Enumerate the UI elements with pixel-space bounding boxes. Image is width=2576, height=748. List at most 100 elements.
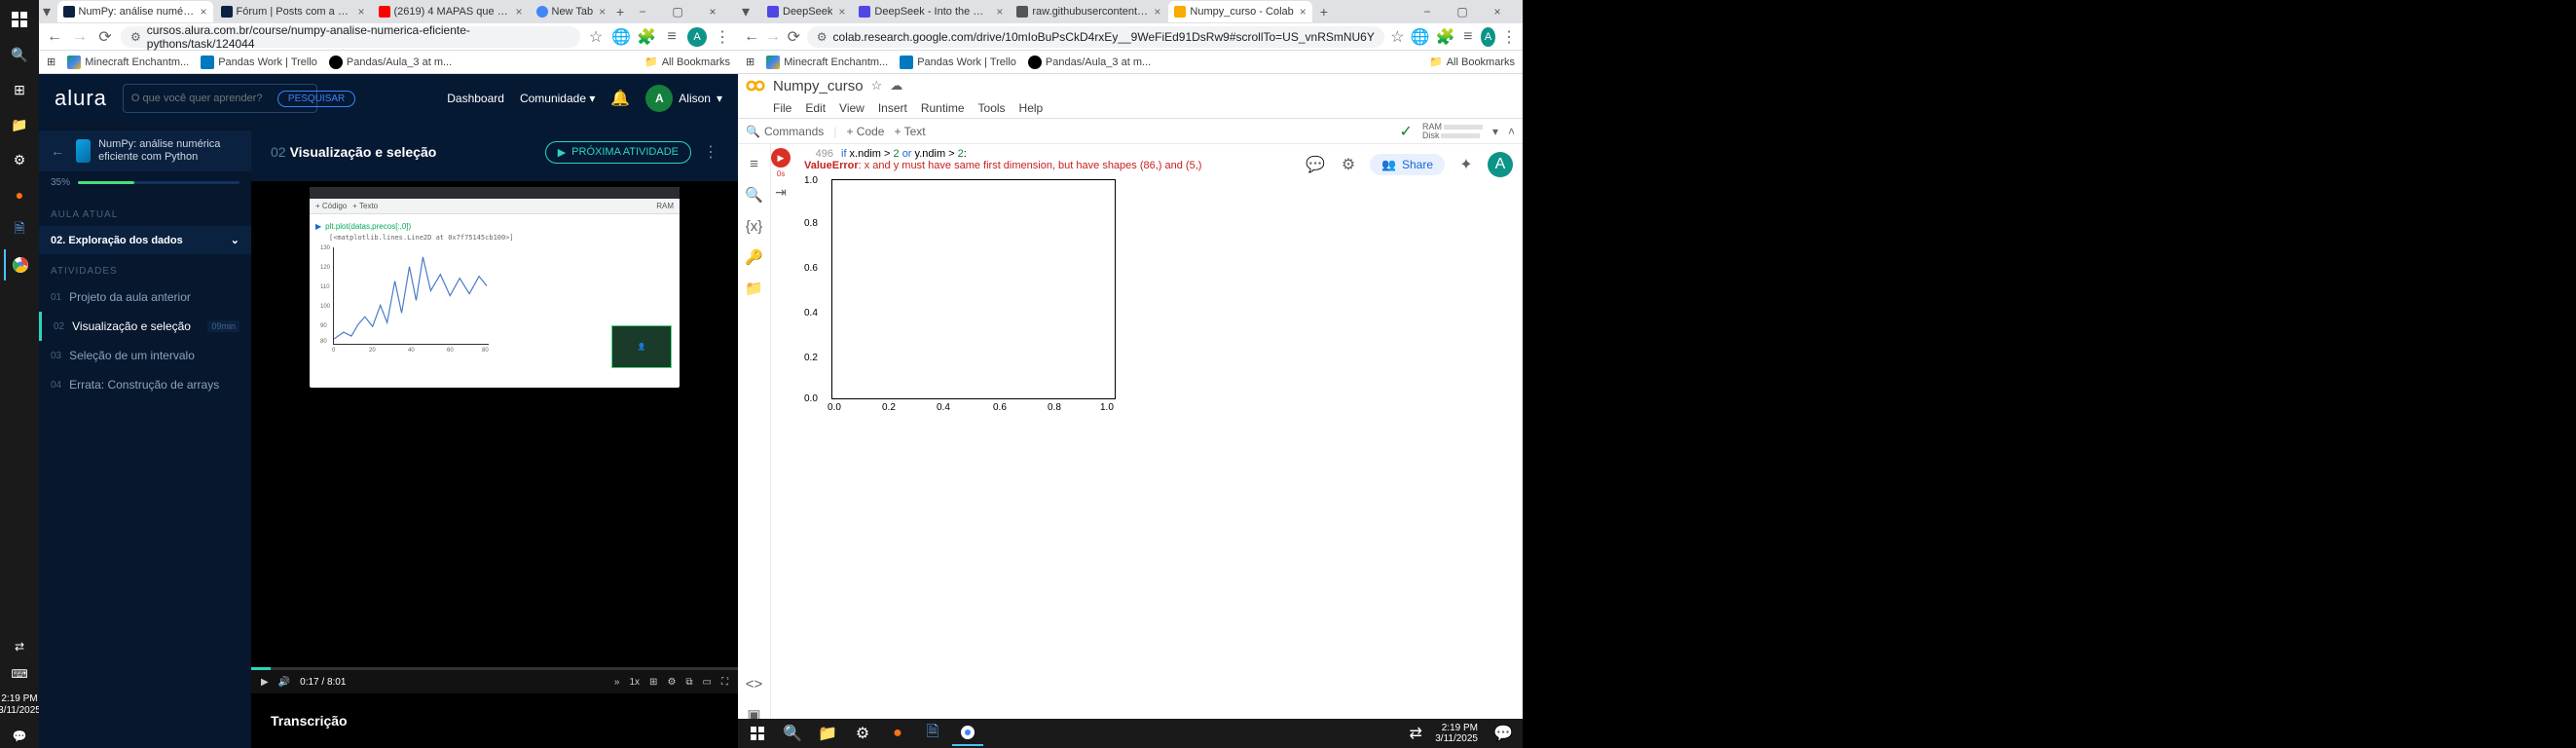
activity-item[interactable]: 01Projeto da aula anterior: [39, 282, 251, 312]
fullscreen-icon[interactable]: ⛶: [721, 677, 728, 688]
expand-item[interactable]: 02. Exploração dos dados⌄: [39, 226, 251, 254]
tab-1[interactable]: Fórum | Posts com a participaç×: [215, 1, 371, 22]
profile-avatar[interactable]: A: [687, 27, 707, 47]
chevron-up-icon[interactable]: ˄: [1508, 125, 1515, 138]
community-link[interactable]: Comunidade ▾: [520, 92, 595, 105]
bookmark-item[interactable]: Minecraft Enchantm...: [766, 56, 888, 69]
taskbar-clock[interactable]: 2:19 PM 3/11/2025: [0, 690, 41, 721]
search-icon[interactable]: 🔍: [777, 721, 808, 746]
app-icon-1[interactable]: ●: [4, 179, 35, 210]
menu-file[interactable]: File: [773, 101, 791, 115]
commands-button[interactable]: 🔍 Commands: [746, 125, 824, 138]
search-button[interactable]: PESQUISAR: [277, 91, 355, 107]
settings-icon[interactable]: ⚙: [4, 144, 35, 175]
back-icon[interactable]: ←: [51, 143, 64, 159]
bookmark-item[interactable]: Pandas Work | Trello: [900, 56, 1016, 69]
tray-notifications-icon[interactable]: 💬: [1488, 721, 1519, 746]
star-icon[interactable]: ☆: [871, 78, 883, 94]
site-info-icon[interactable]: ⚙: [130, 30, 141, 44]
menu-view[interactable]: View: [839, 101, 865, 115]
all-bookmarks-button[interactable]: 📁 All Bookmarks: [1429, 56, 1515, 68]
resources-indicator[interactable]: RAM Disk: [1422, 123, 1483, 140]
url-input[interactable]: ⚙colab.research.google.com/drive/10mIoBu…: [807, 26, 1384, 48]
bell-icon[interactable]: 🔔: [610, 89, 630, 108]
close-icon[interactable]: ×: [200, 5, 206, 19]
speed-button[interactable]: 1x: [629, 677, 640, 688]
explorer-icon[interactable]: 📁: [4, 109, 35, 140]
translate-icon[interactable]: 🌐: [1411, 27, 1430, 47]
chevron-down-icon[interactable]: ▾: [1492, 125, 1498, 138]
start-button[interactable]: [742, 721, 773, 746]
reload-button[interactable]: ⟳: [95, 27, 115, 47]
add-code-button[interactable]: + Code: [846, 125, 884, 138]
activity-item[interactable]: 03Seleção de um intervalo: [39, 341, 251, 370]
tab-2[interactable]: (2619) 4 MAPAS que vão te SU×: [373, 1, 529, 22]
skip-icon[interactable]: »: [614, 677, 620, 688]
video-player[interactable]: + Código + Texto RAM ▶ plt.plot(datas,pr…: [251, 181, 738, 667]
activity-item[interactable]: 02Visualização e seleção09min: [39, 312, 251, 341]
star-icon[interactable]: ☆: [586, 27, 606, 47]
close-icon[interactable]: ×: [357, 5, 364, 19]
tab-0[interactable]: DeepSeek×: [761, 1, 851, 22]
tab-1[interactable]: DeepSeek - Into the Unknown×: [853, 1, 1009, 22]
dashboard-link[interactable]: Dashboard: [447, 92, 504, 105]
settings-icon[interactable]: ⚙: [667, 677, 676, 688]
files-icon[interactable]: 📁: [745, 279, 764, 298]
menu-help[interactable]: Help: [1019, 101, 1044, 115]
tab-0[interactable]: NumPy: análise numérica eficie×: [57, 1, 213, 22]
tab-2[interactable]: raw.githubusercontent.com/al×: [1011, 1, 1166, 22]
new-tab-button[interactable]: +: [613, 2, 627, 21]
search-icon[interactable]: 🔍: [4, 39, 35, 70]
code-icon[interactable]: <>: [745, 674, 764, 693]
bookmark-item[interactable]: Pandas Work | Trello: [201, 56, 317, 69]
colab-logo[interactable]: [746, 76, 765, 95]
reload-button[interactable]: ⟳: [787, 27, 801, 47]
menu-tools[interactable]: Tools: [978, 101, 1006, 115]
tab-3[interactable]: Numpy_curso - Colab×: [1168, 1, 1311, 22]
bookmark-item[interactable]: Pandas/Aula_3 at m...: [1028, 56, 1151, 69]
tab-search-icon[interactable]: ▾: [43, 2, 55, 21]
close-icon[interactable]: ×: [515, 5, 522, 19]
tray-notifications-icon[interactable]: 💬: [4, 725, 35, 748]
minimize-button[interactable]: −: [629, 2, 656, 21]
drive-status-icon[interactable]: ☁: [890, 78, 902, 94]
next-activity-button[interactable]: ▶ PRÓXIMA ATIVIDADE: [545, 141, 691, 164]
taskbar-clock[interactable]: 2:19 PM 3/11/2025: [1435, 723, 1484, 744]
new-tab-button[interactable]: +: [1314, 2, 1334, 21]
tab-search-icon[interactable]: ▾: [742, 2, 759, 21]
apps-icon[interactable]: ⊞: [746, 56, 754, 68]
forward-button[interactable]: →: [765, 27, 781, 47]
vars-icon[interactable]: {x}: [745, 216, 764, 236]
play-icon[interactable]: ▶: [261, 677, 269, 688]
menu-runtime[interactable]: Runtime: [921, 101, 965, 115]
pip-icon[interactable]: ⧉: [685, 677, 692, 688]
settings-icon[interactable]: ⚙: [847, 721, 878, 746]
close-icon[interactable]: ×: [996, 5, 1003, 19]
tray-net-icon[interactable]: ⇄: [1400, 721, 1431, 746]
chrome-icon[interactable]: [952, 721, 983, 746]
tab-3[interactable]: New Tab×: [531, 1, 612, 22]
user-menu[interactable]: A Alison ▾: [645, 85, 722, 112]
captions-icon[interactable]: ⊞: [649, 677, 657, 688]
more-icon[interactable]: ⋮: [703, 142, 718, 162]
profile-avatar[interactable]: A: [1481, 27, 1495, 47]
maximize-button[interactable]: ▢: [1449, 2, 1476, 21]
maximize-button[interactable]: ▢: [664, 2, 691, 21]
reader-icon[interactable]: ≡: [1460, 27, 1475, 47]
close-icon[interactable]: ×: [599, 5, 606, 19]
url-input[interactable]: ⚙cursos.alura.com.br/course/numpy-analis…: [121, 26, 580, 48]
forward-button[interactable]: →: [70, 27, 90, 47]
doc-title[interactable]: Numpy_curso: [773, 78, 864, 94]
explorer-icon[interactable]: 📁: [812, 721, 843, 746]
bookmark-item[interactable]: Minecraft Enchantm...: [67, 56, 189, 69]
close-window-button[interactable]: ×: [699, 2, 726, 21]
volume-icon[interactable]: 🔊: [278, 677, 290, 688]
run-cell-button[interactable]: ▶: [771, 148, 791, 168]
jump-icon[interactable]: ⇥: [775, 184, 787, 201]
tray-net-icon[interactable]: ⇄: [4, 635, 35, 658]
theater-icon[interactable]: ▭: [703, 677, 712, 688]
reader-icon[interactable]: ≡: [662, 27, 681, 47]
notebook-content[interactable]: ▶ 0s ⇥ 496if x.ndim > 2 or y.ndim > 2: V…: [771, 144, 1523, 725]
close-icon[interactable]: ×: [1300, 5, 1306, 19]
tray-keyboard-icon[interactable]: ⌨: [4, 662, 35, 686]
